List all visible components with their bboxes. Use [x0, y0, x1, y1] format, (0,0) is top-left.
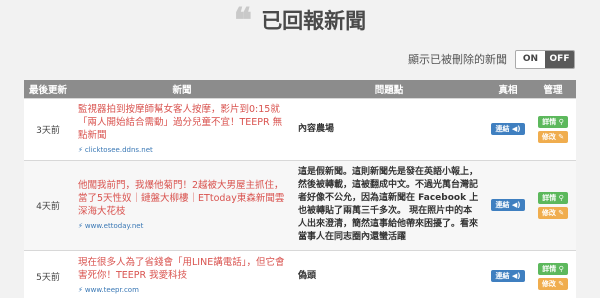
- news-url-text: www.ettoday.net: [84, 221, 144, 230]
- toggle-off-button[interactable]: OFF: [545, 50, 574, 68]
- edit-button[interactable]: 修改 ✎: [537, 206, 569, 219]
- manage-cell: 詳情 ⚲ 修改 ✎: [530, 159, 576, 250]
- truth-link-button[interactable]: 連結 ◀): [491, 123, 525, 135]
- toggle-on-button[interactable]: ON: [516, 50, 545, 68]
- edit-button[interactable]: 修改 ✎: [537, 277, 569, 290]
- row-time: 3天前: [24, 97, 72, 160]
- table-row: 5天前 現在很多人為了省錢會「用LINE講電話」，但它會害死你！TEEPR 我愛…: [24, 249, 576, 298]
- truth-link-button[interactable]: 連結 ◀): [491, 199, 525, 211]
- search-icon: ⚲: [558, 264, 564, 273]
- news-title-link[interactable]: 他闖我前門，我爆他菊門！2越被大男屋主抓住，當了5天性奴｜鏈盤大柳樓｜ETtod…: [78, 179, 286, 218]
- manage-cell: 詳情 ⚲ 修改 ✎: [530, 97, 576, 160]
- truth-cell: 連結 ◀): [486, 249, 530, 298]
- edit-label: 修改: [541, 132, 556, 141]
- quote-icon: ❝: [233, 6, 253, 36]
- speaker-icon: ◀): [511, 272, 521, 281]
- news-url-text: www.teepr.com: [84, 286, 139, 295]
- detail-label: 詳情: [542, 264, 557, 273]
- manage-cell: 詳情 ⚲ 修改 ✎: [530, 249, 576, 298]
- show-deleted-toggle[interactable]: ON OFF: [515, 49, 575, 69]
- search-icon: ⚲: [558, 193, 564, 202]
- truth-cell: 連結 ◀): [486, 159, 530, 250]
- news-table: 最後更新 新聞 問題點 真相 管理 3天前 監視器拍到按摩師幫女客人按摩，影片到…: [24, 80, 576, 298]
- news-url-text: clicktosee.ddns.net: [84, 145, 153, 154]
- speaker-icon: ◀): [511, 125, 521, 133]
- link-icon: ⚡: [78, 145, 83, 154]
- link-icon: ⚡: [78, 221, 83, 230]
- pencil-icon: ✎: [558, 208, 565, 217]
- pencil-icon: ✎: [558, 279, 565, 288]
- news-title-link[interactable]: 現在很多人為了省錢會「用LINE講電話」，但它會害死你！TEEPR 我愛科技: [78, 256, 286, 282]
- news-url[interactable]: ⚡ clicktosee.ddns.net: [78, 145, 286, 156]
- truth-link-label: 連結: [495, 201, 510, 209]
- edit-label: 修改: [541, 279, 556, 288]
- page-header: ❝ 已回報新聞: [0, 6, 600, 38]
- truth-cell: 連結 ◀): [486, 97, 530, 160]
- issue-text: 這是假新聞。這則新聞先是發在英語小報上，然後被轉載，這被翻成中文。不過光萬台灣記…: [292, 159, 486, 250]
- pencil-icon: ✎: [558, 132, 565, 141]
- truth-link-label: 連結: [495, 272, 510, 281]
- truth-link-button[interactable]: 連結 ◀): [491, 270, 525, 283]
- news-cell: 監視器拍到按摩師幫女客人按摩，影片到0:15就「兩人開始結合需動」過分兒童不宜！…: [72, 97, 292, 160]
- news-title-link[interactable]: 監視器拍到按摩師幫女客人按摩，影片到0:15就「兩人開始結合需動」過分兒童不宜！…: [78, 103, 286, 142]
- edit-button[interactable]: 修改 ✎: [537, 130, 569, 143]
- table-row: 3天前 監視器拍到按摩師幫女客人按摩，影片到0:15就「兩人開始結合需動」過分兒…: [24, 97, 576, 160]
- detail-label: 詳情: [542, 193, 557, 202]
- news-url[interactable]: ⚡ www.teepr.com: [78, 285, 286, 296]
- show-deleted-toggle-row: 顯示已被刪除的新聞 ON OFF: [408, 49, 575, 69]
- speaker-icon: ◀): [511, 201, 521, 209]
- search-icon: ⚲: [558, 117, 564, 126]
- issue-text: 內容農場: [292, 97, 486, 160]
- link-icon: ⚡: [78, 286, 83, 295]
- news-url[interactable]: ⚡ www.ettoday.net: [78, 221, 286, 232]
- table-row: 4天前 他闖我前門，我爆他菊門！2越被大男屋主抓住，當了5天性奴｜鏈盤大柳樓｜E…: [24, 159, 576, 250]
- edit-label: 修改: [541, 208, 556, 217]
- truth-link-label: 連結: [495, 125, 510, 133]
- table-header-row: 最後更新 新聞 問題點 真相 管理: [24, 80, 576, 98]
- show-deleted-label: 顯示已被刪除的新聞: [408, 53, 507, 66]
- issue-text: 偽頭: [292, 249, 486, 298]
- column-header-updated[interactable]: 最後更新: [24, 80, 72, 98]
- column-header-manage[interactable]: 管理: [530, 80, 576, 98]
- news-cell: 他闖我前門，我爆他菊門！2越被大男屋主抓住，當了5天性奴｜鏈盤大柳樓｜ETtod…: [72, 159, 292, 250]
- column-header-news[interactable]: 新聞: [72, 80, 292, 98]
- detail-button[interactable]: 詳情 ⚲: [538, 191, 568, 204]
- detail-button[interactable]: 詳情 ⚲: [538, 115, 568, 128]
- detail-label: 詳情: [542, 117, 557, 126]
- detail-button[interactable]: 詳情 ⚲: [538, 262, 568, 275]
- column-header-truth[interactable]: 真相: [486, 80, 530, 98]
- row-time: 4天前: [24, 159, 72, 250]
- row-time: 5天前: [24, 249, 72, 298]
- news-cell: 現在很多人為了省錢會「用LINE講電話」，但它會害死你！TEEPR 我愛科技 ⚡…: [72, 249, 292, 298]
- page-title: 已回報新聞: [261, 9, 367, 33]
- column-header-issue[interactable]: 問題點: [292, 80, 486, 98]
